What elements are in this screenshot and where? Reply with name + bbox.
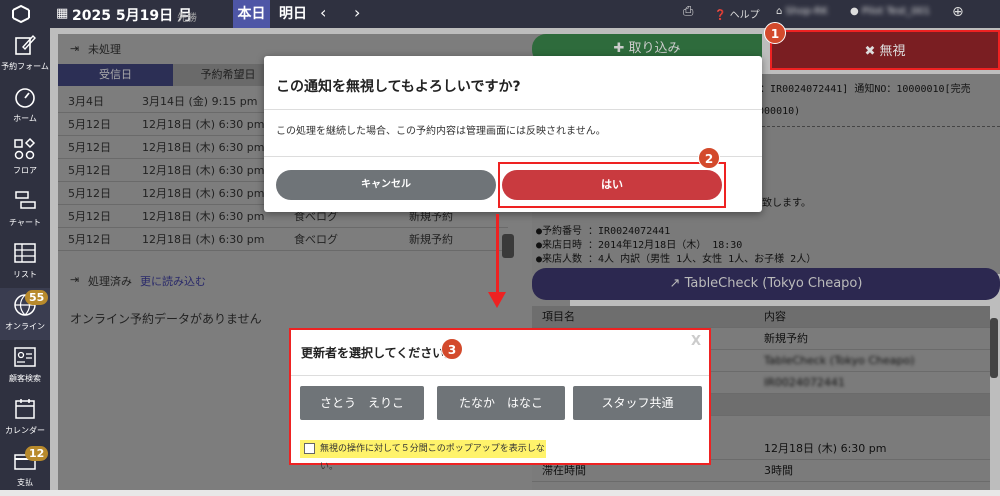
yes-button[interactable]: はい — [502, 170, 722, 200]
sidebar-item-calendar[interactable]: カレンダー — [0, 392, 50, 444]
ignore-confirm-dialog: この通知を無視してもよろしいですか? この処理を継続した場合、この予約内容は管理… — [264, 56, 762, 212]
inbox-icon: ⇥ — [70, 42, 80, 55]
staff-button-tanaka[interactable]: たなか はなこ — [437, 386, 565, 420]
detail-scrollbar[interactable] — [990, 318, 998, 378]
tomorrow-button[interactable]: 明日 — [273, 0, 313, 28]
current-date[interactable]: 2025 5月19日 月 — [72, 5, 192, 25]
prev-date-arrow-icon[interactable]: ‹ — [320, 3, 326, 22]
today-button[interactable]: 本日 — [233, 0, 270, 28]
callout-3: 3 — [441, 338, 463, 360]
ignore-button[interactable]: ✖ 無視 — [770, 30, 1000, 70]
next-date-arrow-icon[interactable]: › — [354, 3, 360, 22]
calendar-icon[interactable]: ▦ — [56, 6, 68, 21]
load-more-link[interactable]: 更に読み込む — [140, 273, 206, 289]
help-link[interactable]: ❓ ヘルプ — [714, 6, 760, 21]
staff-select-dialog: 更新者を選択してください。 X さとう えりこ たなか はなこ スタッフ共通 無… — [289, 328, 711, 472]
edit-icon — [15, 34, 36, 55]
user-icon: ● — [850, 6, 859, 17]
sidebar-item-online[interactable]: 55 オンライン — [0, 288, 50, 340]
dialog-title: 更新者を選択してください。 — [301, 346, 457, 360]
top-bar: ▦ 2025 5月19日 月 先勝 本日 明日 ‹ › ⎙ ❓ ヘルプ ⌂ Sh… — [0, 0, 1000, 28]
plus-icon: ✚ — [613, 41, 625, 56]
sidebar-item-floor[interactable]: フロア — [0, 132, 50, 184]
cancel-button[interactable]: キャンセル — [276, 170, 496, 200]
tab-received-date[interactable]: 受信日 — [58, 64, 173, 86]
rokuyo-label: 先勝 — [177, 13, 197, 24]
tablecheck-button[interactable]: ↗ TableCheck (Tokyo Cheapo) — [532, 268, 1000, 300]
user-menu[interactable]: ● Pilot Test_001 — [850, 6, 930, 17]
language-globe-icon[interactable]: ⊕ — [952, 4, 964, 20]
sidebar-item-chart[interactable]: チャート — [0, 184, 50, 236]
dashboard-icon — [15, 88, 35, 108]
customer-icon — [14, 347, 36, 367]
list-icon — [14, 243, 36, 263]
callout-2: 2 — [698, 147, 720, 169]
sidebar-item-customer-search[interactable]: 顧客検索 — [0, 340, 50, 392]
sidebar-item-list[interactable]: リスト — [0, 236, 50, 288]
suppress-popup-checkbox[interactable] — [304, 443, 315, 454]
callout-1: 1 — [764, 22, 786, 44]
external-link-icon: ↗ — [669, 276, 681, 291]
list-scrollbar[interactable] — [502, 234, 514, 258]
flow-arrow-line — [496, 214, 499, 294]
sidebar: 予約フォーム ホーム フロア チャート リスト 55 オンライン 顧客検索 カレ… — [0, 28, 50, 490]
calendar-icon — [15, 399, 35, 419]
staff-button-sato[interactable]: さとう えりこ — [300, 386, 424, 420]
staff-button-common[interactable]: スタッフ共通 — [573, 386, 702, 420]
app-logo-icon[interactable] — [10, 4, 32, 24]
close-icon: ✖ — [864, 44, 876, 59]
flow-arrow-head-icon — [488, 292, 506, 308]
close-icon[interactable]: X — [691, 334, 701, 349]
processed-icon: ⇥ — [70, 273, 80, 286]
floor-icon — [14, 137, 36, 160]
online-badge: 55 — [25, 290, 49, 305]
chart-icon — [15, 191, 36, 209]
suppress-popup-option[interactable]: 無視の操作に対して５分間このポップアップを表示しない。 — [300, 440, 546, 472]
dialog-message: この処理を継続した場合、この予約内容は管理画面には反映されません。 — [276, 126, 606, 137]
sidebar-item-reservation-form[interactable]: 予約フォーム — [0, 28, 50, 80]
table-header: 項目名 内容 — [532, 306, 990, 328]
shop-selector[interactable]: ⌂ Shop-RK — [776, 6, 828, 17]
no-online-message: オンライン予約データがありません — [70, 312, 262, 326]
processed-header: ⇥ 処理済み 更に読み込む — [70, 273, 206, 289]
sidebar-item-home[interactable]: ホーム — [0, 80, 50, 132]
sidebar-item-payment[interactable]: 12 支払 — [0, 444, 50, 496]
payment-badge: 12 — [25, 446, 49, 461]
shop-icon: ⌂ — [776, 6, 783, 17]
print-icon[interactable]: ⎙ — [683, 4, 693, 19]
dialog-title: この通知を無視してもよろしいですか? — [276, 79, 521, 95]
list-item[interactable]: 5月12日 12月18日 (木) 6:30 pm 食べログ 新規予約 — [58, 229, 508, 251]
